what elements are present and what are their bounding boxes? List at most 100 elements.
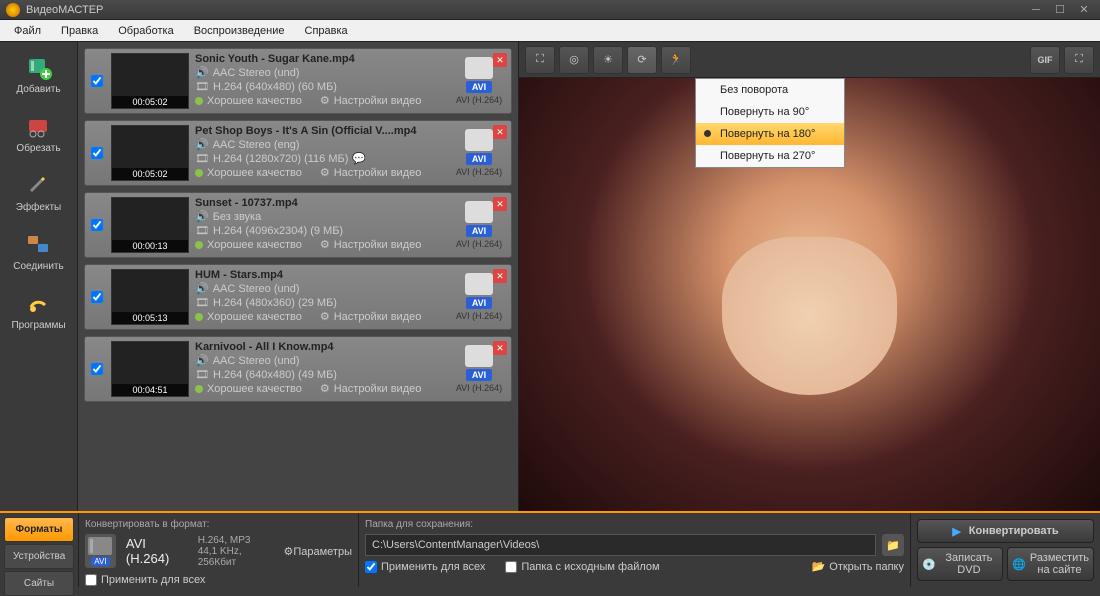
sidebar-add[interactable]: Добавить	[0, 48, 77, 101]
file-codec: AVI (H.264)	[456, 383, 502, 393]
file-checkbox[interactable]	[91, 291, 103, 303]
file-settings-button[interactable]: Настройки видео	[334, 239, 422, 251]
rotate-dropdown: Без поворотаПовернуть на 90°Повернуть на…	[695, 78, 845, 168]
format-name: AVI (H.264)	[126, 536, 178, 566]
tab-devices[interactable]: Устройства	[4, 544, 74, 569]
format-apply-all-checkbox[interactable]	[85, 574, 97, 586]
open-folder-icon: 📂	[812, 560, 826, 573]
file-settings-button[interactable]: Настройки видео	[334, 311, 422, 323]
gear-icon: ⚙	[320, 94, 330, 107]
tab-sites[interactable]: Сайты	[4, 571, 74, 596]
folder-header: Папка для сохранения:	[365, 519, 904, 530]
file-item[interactable]: 00:05:13 HUM - Stars.mp4 🔊AAC Stereo (un…	[84, 264, 512, 330]
file-name: Sunset - 10737.mp4	[195, 197, 451, 209]
brightness-button[interactable]: ☀	[593, 46, 623, 74]
file-item[interactable]: 00:05:02 Pet Shop Boys - It's A Sin (Off…	[84, 120, 512, 186]
file-checkbox[interactable]	[91, 75, 103, 87]
actions-panel: ▶Конвертировать 💿Записать DVD 🌐Разместит…	[910, 513, 1100, 587]
minimize-button[interactable]: ─	[1026, 3, 1046, 17]
rotate-option[interactable]: Повернуть на 180°	[696, 123, 844, 145]
format-badge: AVI	[466, 225, 492, 237]
menu-help[interactable]: Справка	[295, 22, 358, 40]
video-icon: 🎞	[195, 368, 209, 381]
file-settings-button[interactable]: Настройки видео	[334, 383, 422, 395]
sidebar-cut[interactable]: Обрезать	[0, 107, 77, 160]
file-duration: 00:00:13	[112, 240, 188, 252]
remove-file-button[interactable]: ✕	[493, 269, 507, 283]
file-settings-button[interactable]: Настройки видео	[334, 167, 422, 179]
file-quality: Хорошее качество	[207, 311, 302, 323]
fullscreen-button[interactable]: ⛶	[1064, 46, 1094, 74]
file-item[interactable]: 00:04:51 Karnivool - All I Know.mp4 🔊AAC…	[84, 336, 512, 402]
file-audio: AAC Stereo (und)	[213, 355, 300, 367]
gear-icon: ⚙	[320, 166, 330, 179]
rotate-option[interactable]: Повернуть на 270°	[696, 145, 844, 167]
remove-file-button[interactable]: ✕	[493, 53, 507, 67]
subtitle-icon: 💬	[352, 152, 366, 165]
file-checkbox[interactable]	[91, 219, 103, 231]
enhance-button[interactable]: ◎	[559, 46, 589, 74]
crop-icon: ⛶	[536, 53, 544, 66]
file-name: Pet Shop Boys - It's A Sin (Official V..…	[195, 125, 451, 137]
crop-button[interactable]: ⛶	[525, 46, 555, 74]
format-icon[interactable]: AVI	[85, 534, 116, 568]
remove-file-button[interactable]: ✕	[493, 341, 507, 355]
quality-dot-icon	[195, 385, 203, 393]
folder-path-input[interactable]	[365, 534, 876, 556]
camera-icon	[465, 57, 493, 79]
sidebar: Добавить Обрезать Эффекты Соединить Прог…	[0, 42, 78, 587]
maximize-button[interactable]: ☐	[1050, 3, 1070, 17]
close-button[interactable]: ✕	[1074, 3, 1094, 17]
publish-button[interactable]: 🌐Разместить на сайте	[1007, 547, 1094, 581]
open-folder-button[interactable]: 📂Открыть папку	[812, 560, 904, 573]
file-duration: 00:05:02	[112, 168, 188, 180]
apps-icon	[24, 290, 54, 318]
dvd-button[interactable]: 💿Записать DVD	[917, 547, 1003, 581]
speed-button[interactable]: 🏃	[661, 46, 691, 74]
join-icon	[24, 231, 54, 259]
folder-apply-all-checkbox[interactable]	[365, 561, 377, 573]
rotate-button[interactable]: ⟳	[627, 46, 657, 74]
file-thumbnail: 00:00:13	[111, 197, 189, 253]
menu-playback[interactable]: Воспроизведение	[184, 22, 295, 40]
file-settings-button[interactable]: Настройки видео	[334, 95, 422, 107]
convert-icon: ▶	[952, 525, 960, 538]
format-badge: AVI	[466, 369, 492, 381]
file-thumbnail: 00:05:02	[111, 125, 189, 181]
remove-file-button[interactable]: ✕	[493, 125, 507, 139]
file-quality: Хорошее качество	[207, 383, 302, 395]
camera-icon	[465, 273, 493, 295]
file-checkbox[interactable]	[91, 363, 103, 375]
quality-dot-icon	[195, 241, 203, 249]
gif-icon: GIF	[1038, 55, 1053, 65]
sidebar-effects[interactable]: Эффекты	[0, 166, 77, 219]
sidebar-join[interactable]: Соединить	[0, 225, 77, 278]
browse-button[interactable]: 📁	[882, 534, 904, 556]
file-duration: 00:04:51	[112, 384, 188, 396]
params-button[interactable]: ⚙Параметры	[283, 545, 352, 558]
menu-edit[interactable]: Правка	[51, 22, 108, 40]
rotate-option[interactable]: Без поворота	[696, 79, 844, 101]
convert-button[interactable]: ▶Конвертировать	[917, 519, 1094, 543]
video-icon: 🎞	[195, 80, 209, 93]
file-item[interactable]: 00:05:02 Sonic Youth - Sugar Kane.mp4 🔊A…	[84, 48, 512, 114]
file-video: H.264 (4096x2304) (9 МБ)	[213, 225, 343, 237]
gif-button[interactable]: GIF	[1030, 46, 1060, 74]
same-folder-checkbox[interactable]	[505, 561, 517, 573]
sidebar-apps[interactable]: Программы	[0, 284, 77, 337]
file-checkbox[interactable]	[91, 147, 103, 159]
rotate-icon: ⟳	[637, 53, 646, 66]
format-panel: Конвертировать в формат: AVI AVI (H.264)…	[78, 513, 358, 587]
file-video: H.264 (1280x720) (116 МБ)	[213, 153, 348, 165]
menu-file[interactable]: Файл	[4, 22, 51, 40]
menu-process[interactable]: Обработка	[108, 22, 183, 40]
file-codec: AVI (H.264)	[456, 311, 502, 321]
format-header: Конвертировать в формат:	[85, 519, 352, 530]
tab-formats[interactable]: Форматы	[4, 517, 74, 542]
file-item[interactable]: 00:00:13 Sunset - 10737.mp4 🔊Без звука 🎞…	[84, 192, 512, 258]
file-audio: Без звука	[213, 211, 262, 223]
video-icon: 🎞	[195, 224, 209, 237]
rotate-option[interactable]: Повернуть на 90°	[696, 101, 844, 123]
remove-file-button[interactable]: ✕	[493, 197, 507, 211]
file-audio: AAC Stereo (und)	[213, 283, 300, 295]
